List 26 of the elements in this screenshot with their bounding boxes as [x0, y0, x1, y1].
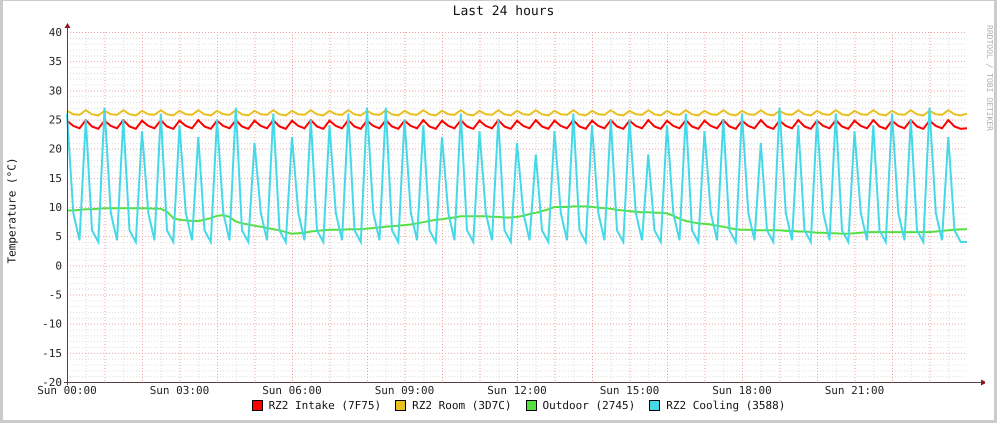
axis-tick-label: -5: [48, 288, 62, 302]
axis-tick-label: Sun 21:00: [824, 384, 884, 397]
axis-tick-label: 30: [48, 84, 62, 98]
axis-tick-label: Sun 15:00: [600, 384, 660, 397]
chart-title: Last 24 hours: [452, 3, 556, 21]
axis-tick-label: 0: [55, 259, 62, 272]
axis-tick-label: 20: [48, 142, 62, 156]
axis-tick-label: Sun 09:00: [374, 384, 434, 397]
legend-label: RZ2 Intake (7F75): [268, 399, 382, 412]
legend-label: RZ2 Cooling (3588): [666, 399, 786, 412]
axis-tick-label: 15: [48, 172, 62, 185]
axis-tick-label: Sun 12:00: [487, 384, 547, 397]
legend-label: Outdoor (2745): [542, 399, 636, 412]
axis-tick-label: 35: [48, 55, 62, 68]
credit-text: RRDTOOL / TOBI OETIKER: [985, 25, 994, 131]
legend-label: RZ2 Room (3D7C): [412, 399, 512, 412]
axis-title: Temperature (°C): [5, 157, 18, 263]
axis-tick-label: -15: [42, 346, 62, 360]
axis-tick-label: 40: [48, 26, 62, 39]
axis-tick-label: -10: [42, 318, 62, 331]
axis-tick-label: Sun 06:00: [262, 384, 322, 397]
axis-tick-label: 5: [55, 230, 62, 244]
axis-tick-label: 10: [48, 201, 62, 214]
axis-tick-label: Sun 03:00: [150, 384, 210, 397]
axis-tick-label: 25: [48, 114, 62, 126]
axis-tick-label: Sun 18:00: [712, 384, 772, 397]
